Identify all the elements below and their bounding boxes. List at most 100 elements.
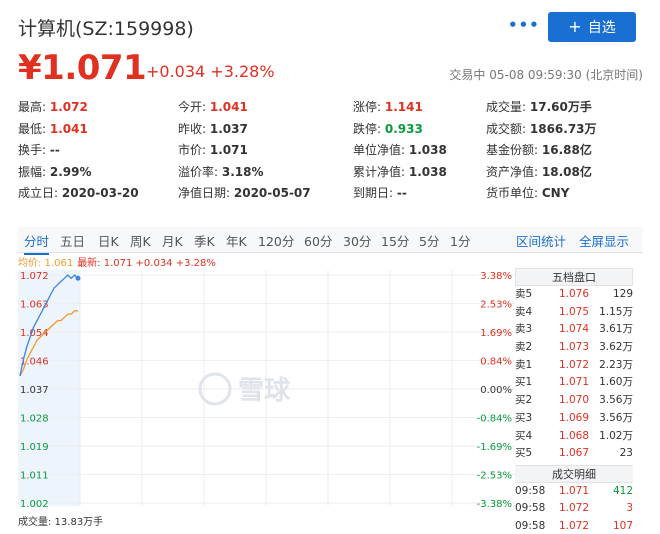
quote-cell: 市价: 1.071	[178, 141, 353, 163]
order-book-row: 卖3 1.074 3.61万	[515, 321, 633, 339]
order-price: 1.067	[558, 447, 589, 460]
tab-4[interactable]: 月K	[162, 231, 183, 250]
order-volume: 1.02万	[599, 429, 633, 442]
quote-cell: 昨收: 1.037	[178, 120, 353, 142]
order-volume: 3.61万	[599, 323, 633, 336]
y-left-tick: 1.037	[20, 385, 49, 396]
quote-key: 累计净值:	[353, 164, 406, 179]
order-book-title: 五档盘口	[515, 268, 633, 286]
order-level-label: 卖3	[515, 323, 533, 336]
tab-5[interactable]: 季K	[194, 231, 215, 250]
deal-volume: 107	[612, 519, 633, 532]
add-watchlist-button[interactable]: + 自选	[548, 12, 636, 42]
deal-row: 09:58 1.071 412	[515, 483, 633, 501]
order-volume: 1.60万	[599, 376, 633, 389]
tab-3[interactable]: 周K	[130, 231, 151, 250]
order-price: 1.068	[558, 429, 589, 442]
quote-value: 18.08亿	[541, 164, 592, 179]
quote-value: --	[396, 186, 407, 200]
tab-9[interactable]: 30分	[343, 231, 371, 250]
quote-value: 3.18%	[221, 164, 264, 179]
last-price-dot	[75, 275, 81, 281]
quote-cell: 今开: 1.041	[178, 98, 353, 120]
quote-key: 成立日:	[18, 186, 59, 200]
quote-value: 1.072	[49, 100, 88, 114]
y-right-tick: 1.69%	[480, 328, 512, 339]
quote-key: 净值日期:	[178, 186, 231, 200]
tab-7[interactable]: 120分	[258, 231, 294, 250]
quote-cell: 单位净值: 1.038	[353, 141, 486, 163]
quote-cell: 基金份额: 16.88亿	[486, 141, 643, 163]
more-button[interactable]: •••	[508, 16, 540, 34]
y-right-tick: 0.84%	[480, 357, 512, 368]
fullscreen-link[interactable]: 全屏显示	[579, 231, 629, 250]
tab-8[interactable]: 60分	[304, 231, 332, 250]
y-left-tick: 1.011	[20, 471, 49, 482]
quote-cell: 成交额: 1866.73万	[486, 120, 643, 142]
quote-key: 振幅:	[18, 164, 47, 179]
y-right-tick: -1.69%	[477, 442, 512, 453]
tab-10[interactable]: 15分	[381, 231, 409, 250]
order-volume: 1.15万	[599, 305, 633, 318]
price-row: ¥1.071 +0.034 +3.28% 交易中 05-08 09:59:30 …	[18, 48, 643, 88]
header: 计算机(SZ:159998) ••• + 自选	[18, 10, 643, 42]
quote-key: 涨停:	[353, 100, 382, 114]
deal-price: 1.072	[558, 502, 589, 515]
deal-price: 1.072	[558, 519, 589, 532]
order-volume: 3.62万	[599, 341, 633, 354]
trading-status: 交易中 05-08 09:59:30 (北京时间)	[449, 68, 643, 82]
tab-1[interactable]: 五日	[60, 231, 85, 250]
add-watchlist-label: 自选	[587, 20, 616, 36]
order-level-label: 买5	[515, 447, 533, 460]
order-book-row: 买2 1.070 3.56万	[515, 392, 633, 410]
quote-cell: 成交量: 17.60万手	[486, 98, 643, 120]
order-price: 1.076	[558, 288, 589, 300]
intraday-chart[interactable]: 1.0721.0631.0541.0461.0371.0281.0191.011…	[18, 266, 515, 512]
quote-row: 振幅: 2.99% 溢价率: 3.18% 累计净值: 1.038 资产净值: 18.0…	[18, 163, 643, 185]
y-left-tick: 1.002	[20, 499, 49, 510]
order-price: 1.074	[558, 323, 589, 336]
order-price: 1.072	[558, 358, 589, 371]
quote-cell: 换手: --	[18, 141, 178, 163]
stock-title: 计算机(SZ:159998)	[18, 18, 194, 40]
deal-volume: 3	[626, 502, 633, 515]
quote-key: 成交额:	[486, 121, 527, 136]
y-right-tick: -0.84%	[477, 414, 512, 425]
quote-key: 最高:	[18, 100, 47, 114]
tab-6[interactable]: 年K	[226, 231, 247, 250]
quote-value: 1.037	[209, 121, 248, 136]
quote-key: 最低:	[18, 121, 47, 136]
order-book-panel: 五档盘口 卖5 1.076 129 卖4 1.075 1.15万 卖3 1.074 3.61万 卖2…	[515, 268, 633, 534]
deal-row: 09:58 1.072 107	[515, 518, 633, 534]
order-price: 1.073	[558, 341, 589, 354]
chart-tabs: 分时 五日 日K 周K 月K 季K 年K 120分 60分 30分 15分 5分 1分 区间统计 全屏显示	[18, 227, 643, 255]
y-left-tick: 1.028	[20, 414, 49, 425]
quote-cell: 溢价率: 3.18%	[178, 163, 353, 185]
tab-2[interactable]: 日K	[98, 231, 119, 250]
order-book-row: 买3 1.069 3.56万	[515, 410, 633, 428]
quote-table: 最高: 1.072 今开: 1.041 涨停: 1.141 成交量: 17.60万手最…	[18, 98, 643, 206]
quote-value: CNY	[541, 186, 570, 200]
quote-row: 最低: 1.041 昨收: 1.037 跌停: 0.933 成交额: 1866.73万	[18, 120, 643, 142]
quote-key: 货币单位:	[486, 186, 539, 200]
quote-value: 2020-05-07	[233, 186, 311, 200]
order-book-row: 买4 1.068 1.02万	[515, 428, 633, 446]
range-stats-link[interactable]: 区间统计	[516, 231, 566, 250]
order-level-label: 买3	[515, 411, 533, 424]
quote-cell: 累计净值: 1.038	[353, 163, 486, 185]
order-volume: 23	[619, 447, 633, 460]
order-price: 1.069	[558, 411, 589, 424]
order-book-row: 买5 1.067 23	[515, 445, 633, 463]
order-level-label: 卖5	[515, 288, 533, 300]
quote-key: 今开:	[178, 100, 207, 114]
quote-cell: 净值日期: 2020-05-07	[178, 184, 353, 206]
order-level-label: 卖4	[515, 305, 533, 318]
quote-key: 跌停:	[353, 121, 382, 136]
tab-12[interactable]: 1分	[450, 231, 470, 250]
order-level-label: 买1	[515, 376, 533, 389]
tab-0[interactable]: 分时	[24, 231, 50, 255]
quote-cell: 涨停: 1.141	[353, 98, 486, 120]
tab-11[interactable]: 5分	[419, 231, 439, 250]
deal-row: 09:58 1.072 3	[515, 500, 633, 518]
quote-cell: 跌停: 0.933	[353, 120, 486, 142]
